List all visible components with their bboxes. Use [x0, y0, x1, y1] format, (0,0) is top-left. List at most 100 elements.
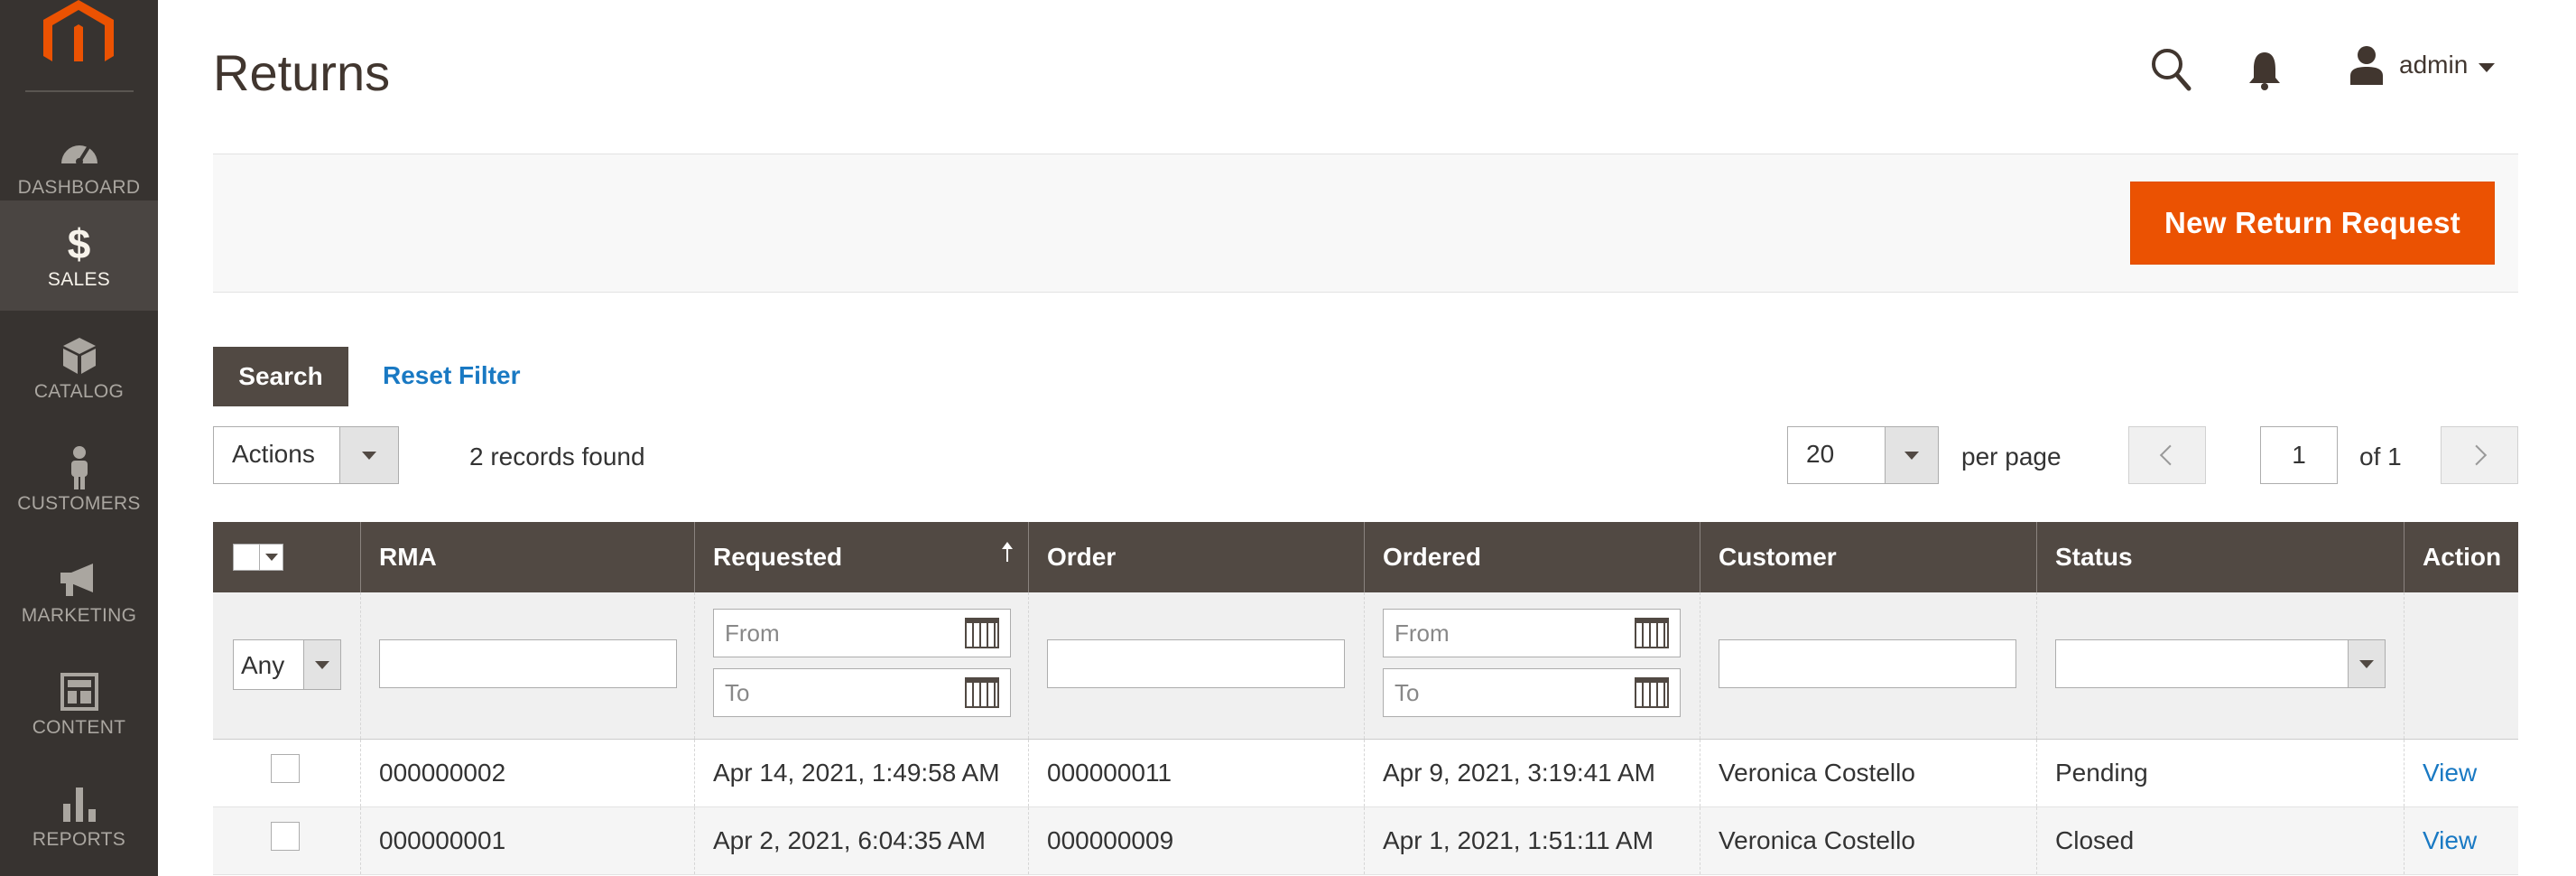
row-checkbox[interactable] — [271, 822, 300, 851]
admin-username[interactable]: admin — [2399, 51, 2468, 79]
cell-ordered: Apr 9, 2021, 3:19:41 AM — [1364, 740, 1700, 806]
sidebar-item-customers[interactable]: CUSTOMERS — [0, 424, 158, 535]
magento-logo[interactable] — [43, 0, 114, 61]
per-page-label: per page — [1961, 443, 2062, 471]
next-page-button[interactable] — [2441, 426, 2518, 484]
row-select-cell — [213, 807, 360, 874]
sidebar-item-reports[interactable]: REPORTS — [0, 760, 158, 871]
sidebar-item-label: CUSTOMERS — [17, 493, 141, 514]
dashboard-icon — [0, 130, 158, 173]
status-filter-toggle[interactable] — [2348, 640, 2385, 687]
sidebar-item-label: DASHBOARD — [17, 177, 141, 198]
search-button[interactable]: Search — [213, 347, 348, 406]
calendar-icon[interactable] — [965, 677, 999, 708]
any-filter-toggle[interactable] — [303, 640, 340, 689]
placeholder: To — [1395, 679, 1420, 706]
notifications-bell-icon[interactable] — [2247, 49, 2282, 90]
sidebar-item-label: CATALOG — [33, 381, 125, 402]
row-checkbox[interactable] — [271, 754, 300, 783]
cell-requested: Apr 14, 2021, 1:49:58 AM — [694, 740, 1028, 806]
new-return-request-button[interactable]: New Return Request — [2130, 182, 2495, 265]
chevron-down-icon[interactable] — [265, 554, 278, 561]
col-select — [213, 522, 360, 592]
table-row[interactable]: 000000001 Apr 2, 2021, 6:04:35 AM 000000… — [213, 807, 2518, 875]
page-number-input[interactable]: 1 — [2260, 426, 2338, 484]
filter-cell-requested: From To — [694, 592, 1029, 739]
cell-status: Closed — [2036, 807, 2404, 874]
placeholder: From — [725, 620, 780, 647]
any-filter-value: Any — [241, 651, 285, 679]
sidebar-item-content[interactable]: CONTENT — [0, 648, 158, 759]
cell-customer: Veronica Costello — [1700, 740, 2036, 806]
sidebar-item-marketing[interactable]: MARKETING — [0, 536, 158, 647]
filter-cell-select: Any — [213, 592, 360, 739]
user-icon[interactable] — [2347, 45, 2386, 87]
sidebar-item-label: SALES — [47, 269, 111, 290]
select-all-box[interactable] — [234, 545, 260, 570]
per-page-value: 20 — [1806, 440, 1835, 468]
cube-icon — [0, 334, 158, 377]
cell-rma: 000000002 — [360, 740, 694, 806]
dollar-icon: $ — [67, 220, 91, 267]
records-found-count: 2 records found — [469, 443, 645, 471]
previous-page-button[interactable] — [2128, 426, 2206, 484]
requested-from-input[interactable]: From — [713, 609, 1011, 657]
mass-actions-toggle[interactable] — [339, 427, 398, 483]
chevron-right-icon — [2466, 444, 2488, 466]
sidebar-item-catalog[interactable]: CATALOG — [0, 312, 158, 423]
view-link[interactable]: View — [2404, 807, 2518, 874]
cell-order: 000000011 — [1028, 740, 1364, 806]
col-header-requested[interactable]: Requested — [694, 522, 1028, 592]
page-total: of 1 — [2359, 443, 2402, 471]
sidebar-item-label: MARKETING — [21, 605, 137, 626]
filter-cell-status — [2036, 592, 2405, 739]
order-filter-input[interactable] — [1047, 639, 1345, 688]
sidebar-divider — [25, 90, 134, 92]
mass-actions-label: Actions — [232, 440, 315, 468]
col-header-ordered[interactable]: Ordered — [1364, 522, 1700, 592]
chevron-down-icon[interactable] — [2479, 63, 2495, 72]
view-link[interactable]: View — [2404, 740, 2518, 806]
ordered-from-input[interactable]: From — [1383, 609, 1681, 657]
requested-to-input[interactable]: To — [713, 668, 1011, 717]
col-header-customer[interactable]: Customer — [1700, 522, 2036, 592]
row-select-cell — [213, 740, 360, 806]
megaphone-icon — [0, 558, 158, 601]
cell-rma: 000000001 — [360, 807, 694, 874]
person-icon — [0, 446, 158, 489]
ordered-to-input[interactable]: To — [1383, 668, 1681, 717]
sidebar-item-label: REPORTS — [32, 829, 126, 850]
sidebar-item-label: CONTENT — [32, 717, 126, 738]
customer-filter-input[interactable] — [1719, 639, 2016, 688]
mass-select-checkbox[interactable] — [233, 544, 283, 571]
grid-filter-row: Any From To From To — [213, 592, 2518, 740]
col-header-action: Action — [2404, 522, 2518, 592]
chevron-down-icon — [315, 661, 329, 669]
calendar-icon[interactable] — [1635, 618, 1669, 648]
chevron-down-icon — [1904, 452, 1919, 460]
calendar-icon[interactable] — [965, 618, 999, 648]
per-page-select[interactable]: 20 — [1787, 426, 1939, 484]
col-header-status[interactable]: Status — [2036, 522, 2404, 592]
cell-customer: Veronica Costello — [1700, 807, 2036, 874]
sort-ascending-icon — [1002, 542, 1013, 562]
cell-order: 000000009 — [1028, 807, 1364, 874]
page-title: Returns — [213, 44, 391, 101]
rma-filter-input[interactable] — [379, 639, 677, 688]
search-icon[interactable] — [2150, 47, 2191, 92]
bar-chart-icon — [0, 782, 158, 825]
status-filter-select[interactable] — [2055, 639, 2386, 688]
reset-filter-link[interactable]: Reset Filter — [383, 361, 521, 390]
col-header-order[interactable]: Order — [1028, 522, 1364, 592]
table-row[interactable]: 000000002 Apr 14, 2021, 1:49:58 AM 00000… — [213, 740, 2518, 807]
per-page-toggle[interactable] — [1885, 427, 1938, 483]
calendar-icon[interactable] — [1635, 677, 1669, 708]
sidebar-item-sales[interactable]: $ SALES — [0, 200, 158, 311]
admin-sidebar: DASHBOARD $ SALES CATALOG CUSTOMERS MARK… — [0, 0, 158, 876]
grid-header-row: RMA Requested Order Ordered Customer Sta… — [213, 522, 2518, 592]
any-filter-select[interactable]: Any — [233, 639, 341, 690]
filter-cell-order — [1028, 592, 1365, 739]
mass-actions-select[interactable]: Actions — [213, 426, 399, 484]
col-header-rma[interactable]: RMA — [360, 522, 694, 592]
filter-cell-ordered: From To — [1364, 592, 1700, 739]
